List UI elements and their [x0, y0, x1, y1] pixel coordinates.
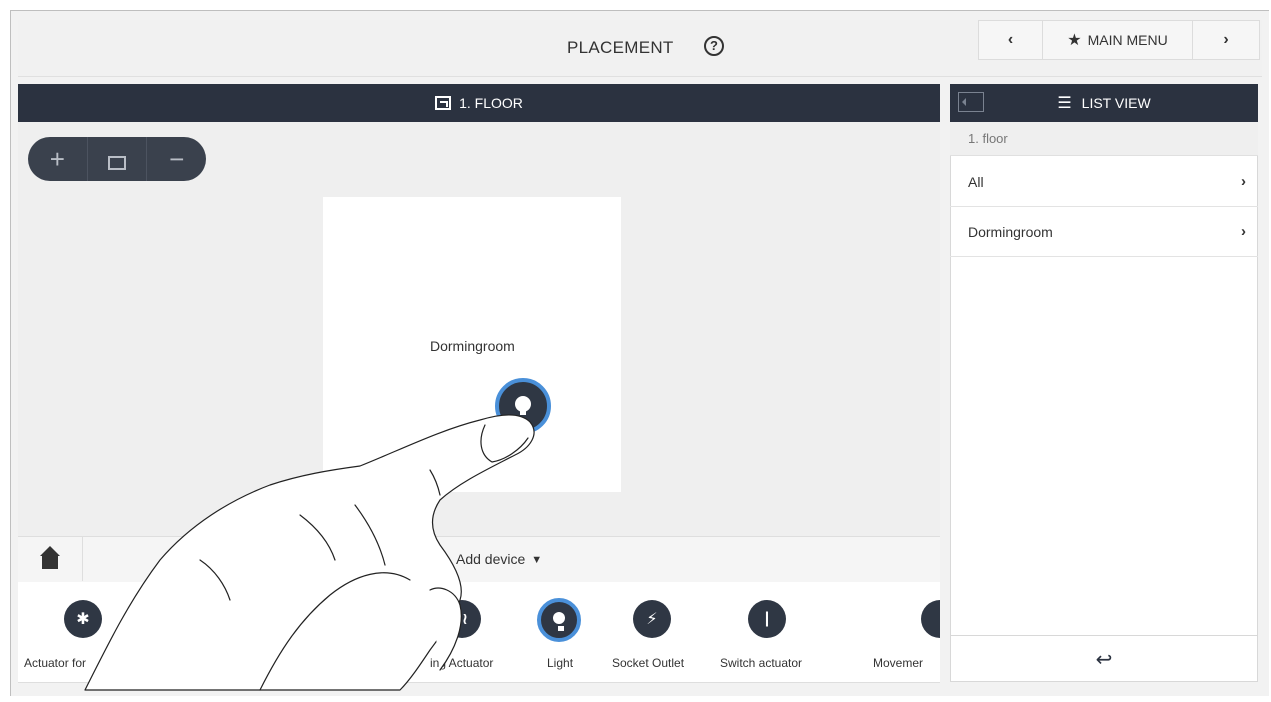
list-item-label: All: [968, 174, 984, 190]
device-label: ing Actuator: [430, 656, 494, 670]
collapse-panel-icon[interactable]: [958, 92, 984, 112]
list-breadcrumb: 1. floor: [950, 122, 1258, 156]
blind-actuator-icon[interactable]: ✱: [64, 600, 102, 638]
list-view-header: ☰ LIST VIEW: [950, 84, 1258, 122]
device-label: Movemer: [873, 656, 924, 670]
back-arrow-icon: ↩: [1095, 649, 1113, 671]
home-icon: [40, 546, 60, 569]
device-label: Light: [547, 656, 574, 670]
list-item-label: Dormingroom: [968, 224, 1053, 240]
next-button[interactable]: ›: [1193, 21, 1259, 59]
chevron-right-icon: ›: [1241, 173, 1246, 190]
nav-button-group: ‹ ★ MAIN MENU ›: [978, 20, 1260, 60]
add-device-toggle[interactable]: Add device ▼: [456, 551, 542, 567]
device-label: Actuator for: [24, 656, 87, 670]
fit-view-button[interactable]: [88, 137, 148, 181]
add-device-label: Add device: [456, 551, 526, 567]
help-icon[interactable]: ?: [704, 36, 724, 56]
heating-actuator-icon[interactable]: ≀≀: [443, 600, 481, 638]
zoom-controls: + −: [28, 137, 206, 181]
switch-actuator-icon[interactable]: |: [748, 600, 786, 638]
device-label: Switch actuator: [720, 656, 803, 670]
light-bulb-icon: [553, 612, 565, 631]
main-menu-label: MAIN MENU: [1087, 32, 1168, 48]
list-item-all[interactable]: All ›: [950, 157, 1258, 207]
device-label: Socket Outlet: [612, 656, 685, 670]
fit-screen-icon: [108, 156, 126, 170]
back-button[interactable]: ↩: [950, 635, 1258, 683]
chevron-right-icon: ›: [1241, 223, 1246, 240]
main-menu-button[interactable]: ★ MAIN MENU: [1043, 21, 1193, 59]
page-title: PLACEMENT: [567, 38, 674, 57]
zoom-out-button[interactable]: −: [147, 137, 206, 181]
placed-light-device[interactable]: [495, 378, 551, 434]
socket-outlet-icon[interactable]: ⚡: [633, 600, 671, 638]
previous-button[interactable]: ‹: [979, 21, 1043, 59]
zoom-in-button[interactable]: +: [28, 137, 88, 181]
chevron-down-icon: ▼: [531, 554, 543, 566]
list-item-dormingroom[interactable]: Dormingroom ›: [950, 207, 1258, 257]
room-label: Dormingroom: [430, 338, 515, 354]
floor-title: 1. FLOOR: [459, 95, 523, 111]
home-button[interactable]: [18, 537, 83, 581]
light-bulb-icon: [515, 396, 531, 415]
list-icon: ☰: [1057, 95, 1072, 112]
star-icon: ★: [1067, 32, 1082, 49]
floor-plan-icon: [435, 96, 452, 110]
light-icon[interactable]: [537, 598, 581, 642]
list-view-title: LIST VIEW: [1081, 95, 1151, 111]
floor-title-bar: 1. FLOOR: [18, 84, 940, 122]
